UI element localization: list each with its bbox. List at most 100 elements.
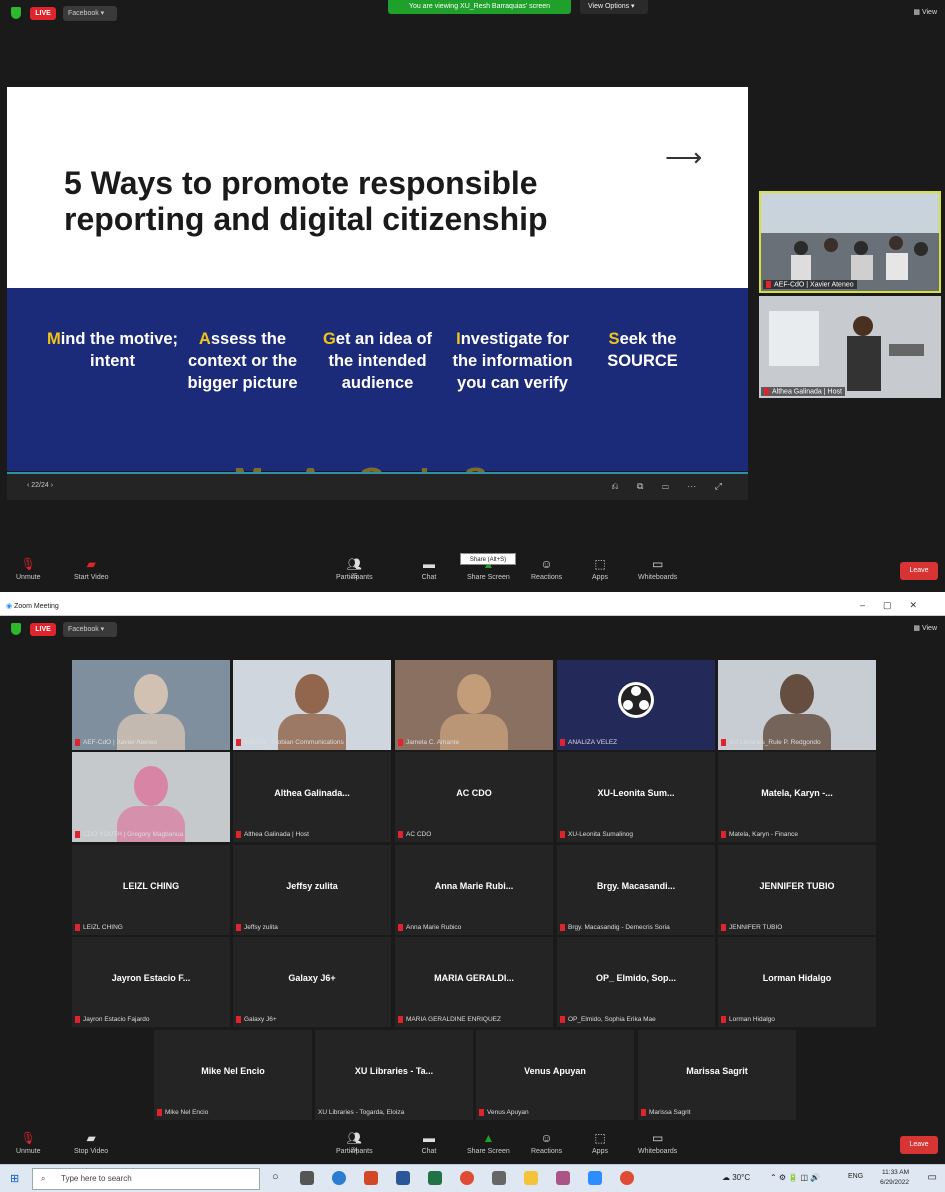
chat-button[interactable]: ▬ Chat (421, 1132, 437, 1156)
participant-tile[interactable]: Venus Apuyan Venus Apuyan (476, 1030, 634, 1120)
share-screen-button[interactable]: ▲ Share Screen (467, 1132, 510, 1156)
participant-tile[interactable]: XU Libraries - Ta... XU Libraries - Togar… (315, 1030, 473, 1120)
participant-display-name: Galaxy J6+ (288, 973, 336, 983)
live-badge[interactable]: LIVE (30, 7, 56, 20)
app-icon[interactable] (492, 1171, 506, 1185)
powerpoint-icon[interactable] (364, 1171, 378, 1185)
name-text: XU Libraries_Rule P. Redgondo (729, 739, 821, 746)
apps-label: Apps (592, 1148, 608, 1155)
participant-tile[interactable]: AEF-CdO | Xavier Ateneo (72, 660, 230, 750)
language-indicator[interactable]: ENG (848, 1173, 863, 1180)
video-thumbnail-2[interactable]: Althea Galinada | Host (759, 296, 941, 398)
slide-header: 5 Ways to promote responsible reporting … (7, 87, 748, 288)
word-icon[interactable] (396, 1171, 410, 1185)
unmute-button[interactable]: 🎙︎ Unmute (16, 558, 41, 582)
muted-mic-icon (766, 280, 771, 288)
weather-widget[interactable]: ☁ 30°C (722, 1173, 750, 1182)
widgets-icon[interactable] (300, 1171, 314, 1185)
file-explorer-icon[interactable] (524, 1171, 538, 1185)
reactions-button[interactable]: ☺ Reactions (531, 558, 563, 582)
name-text: Anna Marie Rubico (406, 924, 462, 931)
name-text: Jayron Estacio Fajardo (83, 1016, 150, 1023)
facebook-menu[interactable]: Facebook ▾ (63, 622, 117, 637)
participant-tile[interactable]: ANALIZA VELEZ (557, 660, 715, 750)
participant-tile[interactable]: Jayron Estacio F... Jayron Estacio Fajard… (72, 937, 230, 1027)
participant-tile[interactable]: Marissa Sagrit Marissa Sagrit (638, 1030, 796, 1120)
window-controls[interactable]: –▢✕ (860, 600, 935, 611)
name-text: ANALIZA VELEZ (568, 739, 618, 746)
leave-button[interactable]: Leave (900, 562, 938, 580)
participant-name: Marissa Sagrit (641, 1108, 691, 1116)
participant-tile[interactable]: Galaxy J6+ Galaxy J6+ (233, 937, 391, 1027)
unmute-button[interactable]: 🎙︎ Unmute (16, 1131, 41, 1156)
presentation-controls[interactable]: ⎌ ⧉ ▭ ⋯ ⤢ (611, 481, 730, 492)
notifications-icon[interactable]: ▭ (928, 1172, 937, 1183)
participant-tile[interactable]: Althea Galinada... Althea Galinada | Host (233, 752, 391, 842)
taskbar-search-box[interactable]: ⌕ Type here to search (32, 1168, 260, 1190)
muted-mic-icon (75, 923, 80, 931)
participant-tile[interactable]: MARIA GERALDI... MARIA GERALDINE ENRIQUEZ (395, 937, 553, 1027)
task-view-icon[interactable]: ○ (272, 1171, 286, 1185)
participant-tile[interactable]: Jamela C. Amante (395, 660, 553, 750)
whiteboards-button[interactable]: ▭ Whiteboards (638, 1132, 677, 1156)
participant-tile[interactable]: JENNIFER TUBIO JENNIFER TUBIO (718, 845, 876, 935)
participant-tile[interactable]: LEIZL CHING LEIZL CHING (72, 845, 230, 935)
edge-icon[interactable] (332, 1171, 346, 1185)
meeting-topbar: LIVE Facebook ▾ ▦ View (0, 616, 945, 642)
participant-tile[interactable]: XU Libraries_Rule P. Redgondo (718, 660, 876, 750)
reactions-button[interactable]: ☺ Reactions (531, 1132, 562, 1156)
apps-button[interactable]: ⬚ Apps (592, 1132, 608, 1156)
video-thumbnail-1[interactable]: AEF-CdO | Xavier Ateneo (759, 191, 941, 293)
chrome-icon[interactable] (460, 1171, 474, 1185)
participant-name: ANALIZA VELEZ (560, 738, 618, 746)
facebook-menu[interactable]: Facebook ▾ (63, 6, 117, 21)
participant-tile[interactable]: Capillan_Globian Communications ... (233, 660, 391, 750)
shield-icon[interactable] (11, 7, 21, 19)
chrome-icon[interactable] (620, 1171, 634, 1185)
participant-video (718, 660, 876, 750)
view-button[interactable]: ▦ View (913, 8, 937, 16)
muted-mic-icon (721, 830, 726, 838)
zoom-icon[interactable] (588, 1171, 602, 1185)
page-indicator[interactable]: ‹ 22/24 › (27, 482, 53, 489)
view-label: View (921, 625, 937, 632)
participant-tile[interactable]: AC CDO AC CDO (395, 752, 553, 842)
name-text: AEF-CdO | Xavier Ateneo (774, 281, 854, 288)
participant-silhouette (134, 766, 168, 806)
name-text: Althea Galinada | Host (772, 388, 842, 395)
participant-tile[interactable]: Brgy. Macasandi... Brgy. Macasandig - Dem… (557, 845, 715, 935)
muted-mic-icon (398, 738, 403, 746)
participants-button[interactable]: 👥︎25 Participants (336, 558, 373, 582)
slide-body: Mind the motive; intent Assess the conte… (7, 288, 748, 471)
participant-tile[interactable]: XU-Leonita Sum... XU-Leonita Sumalinog (557, 752, 715, 842)
windows-start-icon[interactable]: ⊞ (10, 1172, 19, 1185)
start-video-button[interactable]: ▰ Start Video (74, 558, 109, 582)
live-badge[interactable]: LIVE (30, 623, 56, 636)
participant-tile[interactable]: Lorman Hidalgo Lorman Hidalgo (718, 937, 876, 1027)
participant-tile[interactable]: OP_ Elmido, Sop... OP_Elmido, Sophia Erik… (557, 937, 715, 1027)
participant-display-name: Anna Marie Rubi... (434, 881, 514, 891)
excel-icon[interactable] (428, 1171, 442, 1185)
stop-video-button[interactable]: ▰ Stop Video (74, 1132, 108, 1156)
participant-tile[interactable]: Mike Nel Encio Mike Nel Encio (154, 1030, 312, 1120)
participant-tile[interactable]: Jeffsy zulita Jeffsy zulita (233, 845, 391, 935)
meeting-topbar: LIVE Facebook ▾ You are viewing XU_Resh … (0, 0, 945, 26)
point-initial: A (198, 330, 211, 348)
chat-button[interactable]: ▬ Chat (421, 558, 437, 582)
whiteboards-button[interactable]: ▭ Whiteboards (638, 558, 677, 582)
view-options-button[interactable]: View Options ▾ (580, 0, 648, 14)
apps-button[interactable]: ⬚ Apps (592, 558, 608, 582)
participant-tile[interactable]: Anna Marie Rubi... Anna Marie Rubico (395, 845, 553, 935)
tray-icons[interactable]: ⌃ ⚙ 🔋 ◫ 🔊 (770, 1173, 820, 1182)
participant-tile[interactable]: CDO YOUTH | Gregory Magbanua (72, 752, 230, 842)
paint-icon[interactable] (556, 1171, 570, 1185)
view-button[interactable]: ▦ View (913, 624, 937, 632)
muted-mic-icon: 🎙︎ (20, 1131, 36, 1145)
reactions-label: Reactions (531, 574, 563, 581)
participant-tile[interactable]: Matela, Karyn -... Matela, Karyn - Financ… (718, 752, 876, 842)
taskbar-clock[interactable]: 11:33 AM 6/29/2022 (880, 1168, 909, 1188)
shield-icon[interactable] (11, 623, 21, 635)
participants-button[interactable]: 👥︎24 Participants (336, 1132, 373, 1156)
participant-name: Jayron Estacio Fajardo (75, 1015, 150, 1023)
leave-button[interactable]: Leave (900, 1136, 938, 1154)
